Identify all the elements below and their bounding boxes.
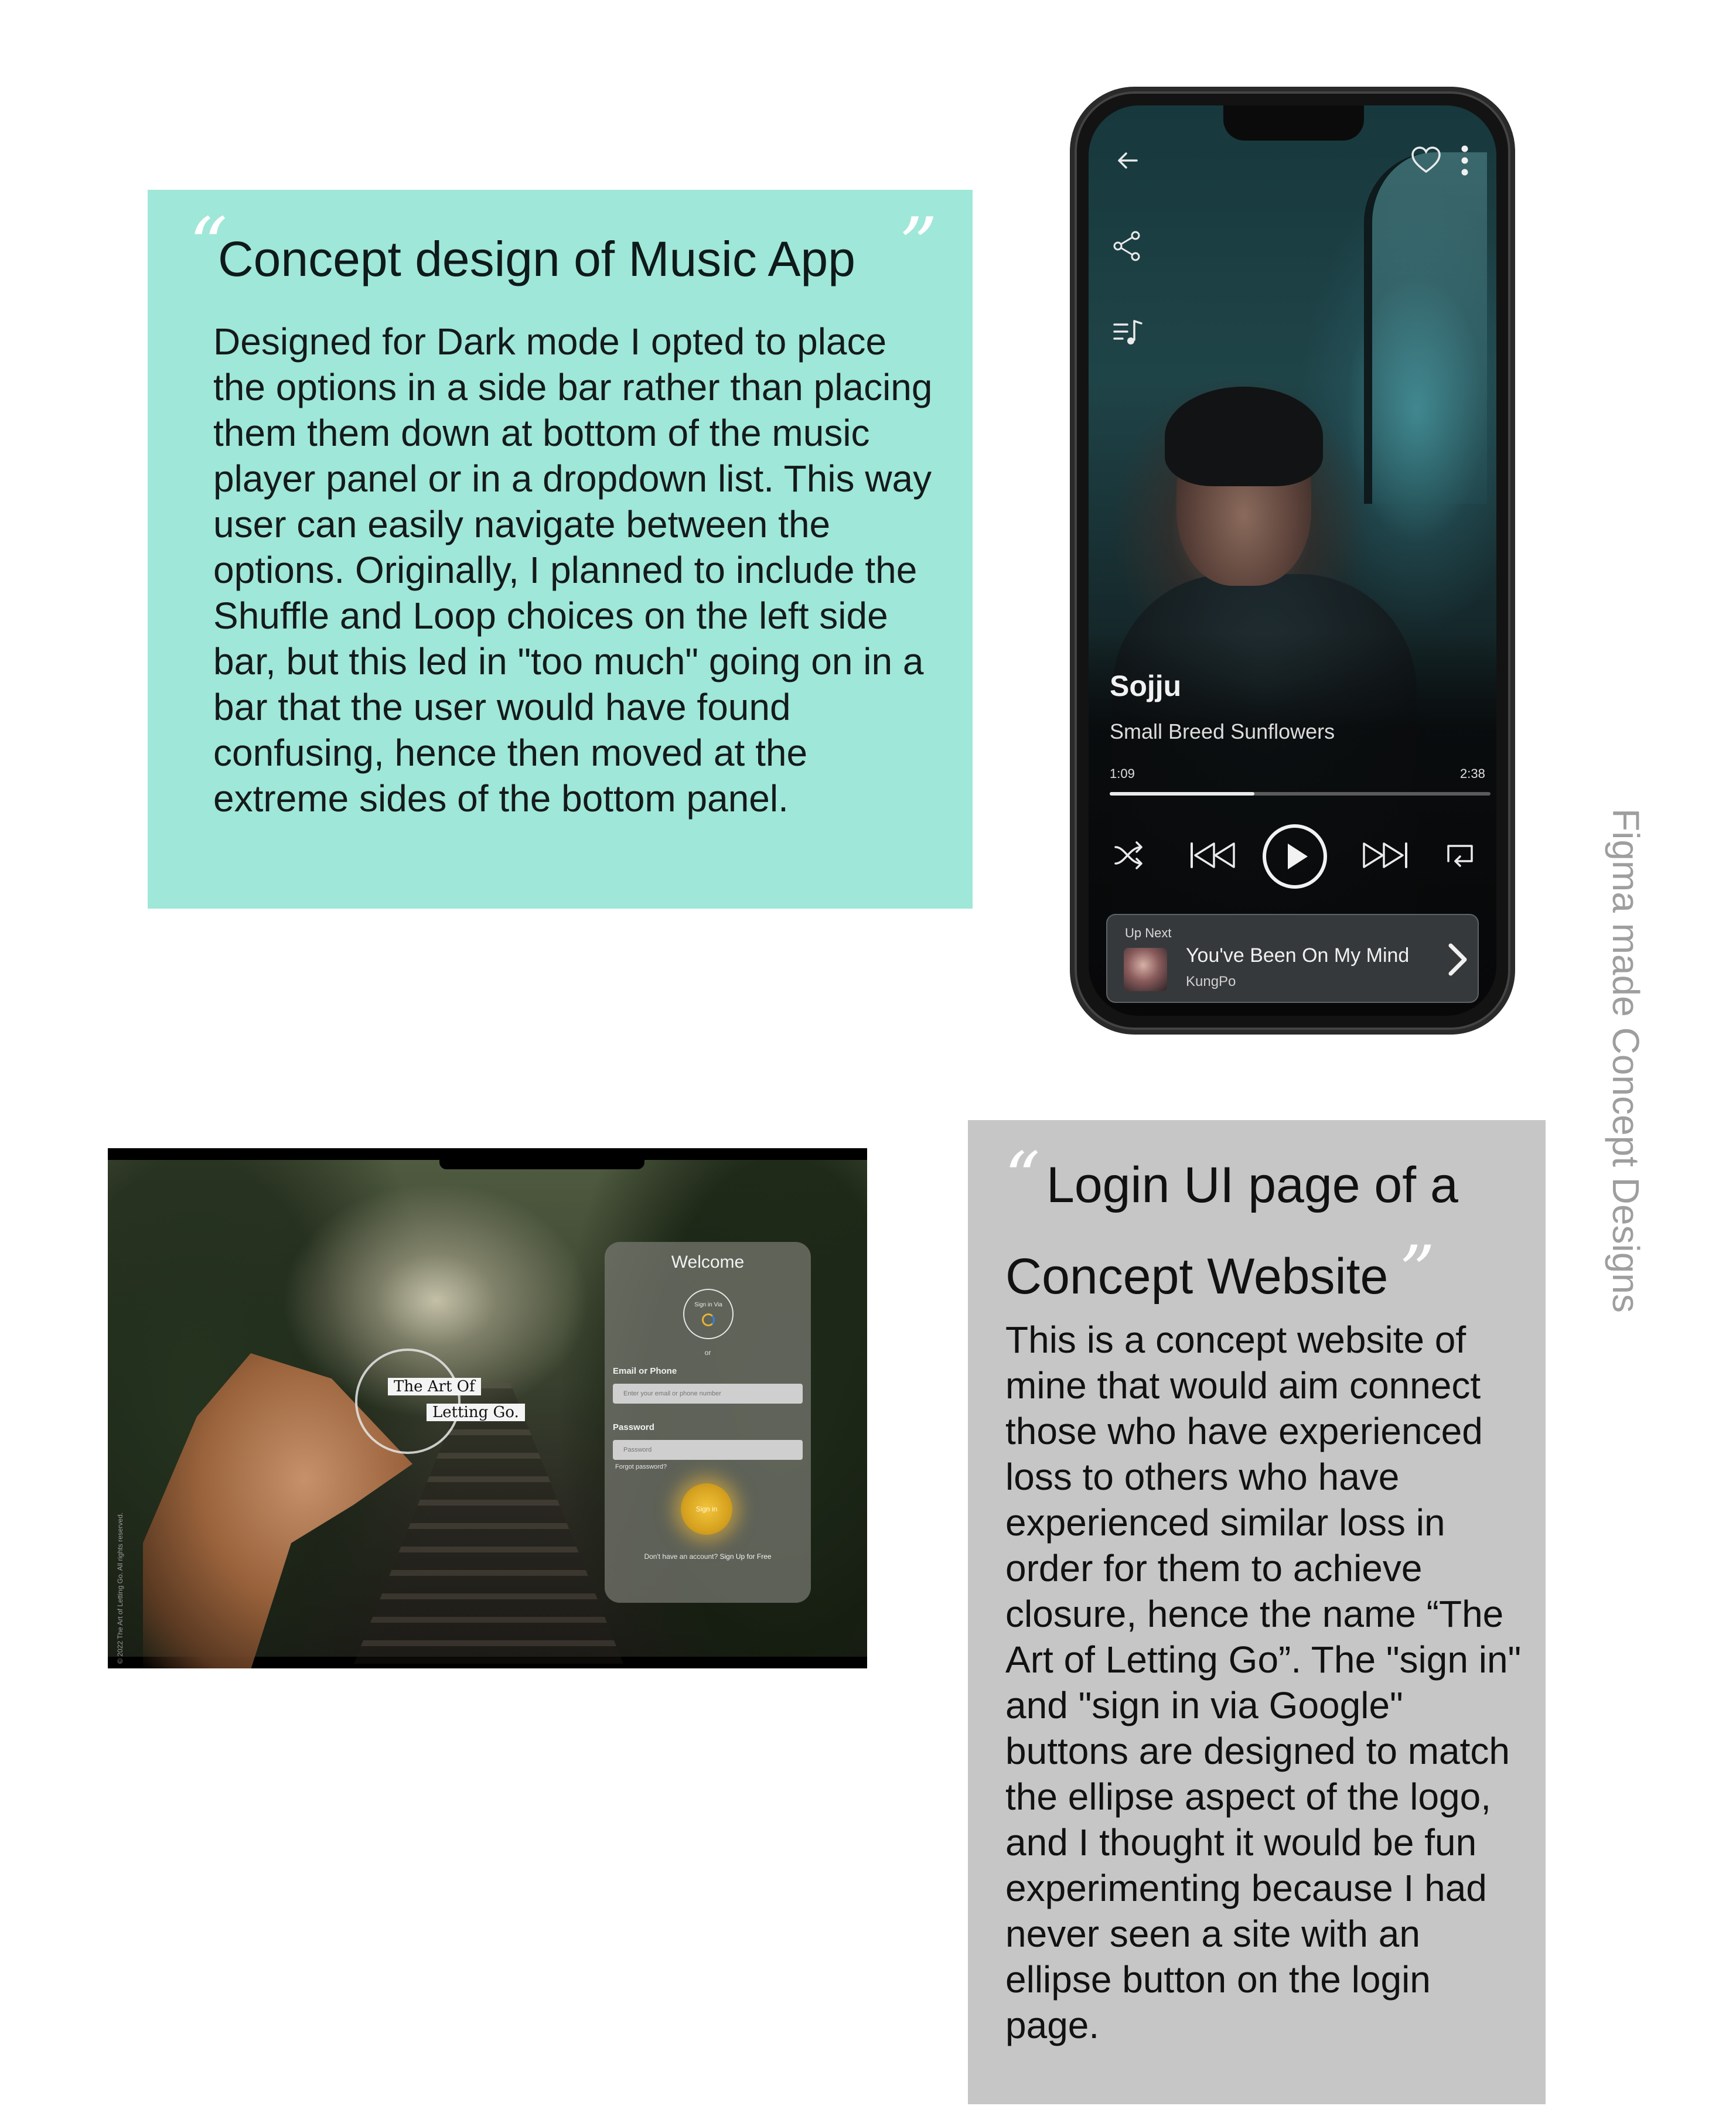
login-card-body: This is a concept website of mine that w… <box>1005 1319 1522 2046</box>
login-page-description-card: “ Login UI page of a Concept Website ” T… <box>968 1120 1546 2104</box>
or-divider: or <box>704 1349 711 1357</box>
close-quote-mark: ” <box>1399 1231 1435 1313</box>
up-next-artist: KungPo <box>1186 974 1236 989</box>
share-icon[interactable] <box>1111 230 1144 265</box>
playlist-icon[interactable] <box>1112 316 1145 352</box>
google-sign-in-button[interactable]: Sign in Via <box>683 1289 734 1339</box>
up-next-title: You've Been On My Mind <box>1186 944 1410 967</box>
shuffle-icon[interactable] <box>1112 838 1147 876</box>
forgot-password-link[interactable]: Forgot password? <box>615 1463 667 1470</box>
welcome-heading: Welcome <box>671 1252 745 1272</box>
signup-prompt: Don't have an account? <box>644 1552 718 1561</box>
logo-text-line2: Letting Go. <box>427 1404 525 1421</box>
login-card-title-line1: Login UI page of a <box>1046 1157 1458 1213</box>
login-form-card: Welcome Sign in Via or Email or Phone Pa… <box>605 1242 811 1603</box>
up-next-album-art <box>1124 948 1167 991</box>
email-field[interactable] <box>613 1384 803 1404</box>
repeat-icon[interactable] <box>1442 838 1478 876</box>
total-time: 2:38 <box>1460 766 1485 781</box>
elapsed-time: 1:09 <box>1110 766 1135 781</box>
laptop-login-screenshot: The Art Of Letting Go. Welcome Sign in V… <box>108 1148 867 1668</box>
password-label: Password <box>613 1422 654 1432</box>
logo-text-line1: The Art Of <box>388 1378 481 1395</box>
google-sign-in-label: Sign in Via <box>694 1302 722 1308</box>
back-arrow-icon[interactable] <box>1113 146 1141 178</box>
phone-notch <box>1223 105 1364 141</box>
signup-link[interactable]: Sign Up for Free <box>720 1552 772 1561</box>
song-title: Sojju <box>1110 670 1182 702</box>
music-app-card-body: Designed for Dark mode I opted to place … <box>213 320 933 820</box>
logo-ellipse <box>355 1349 461 1454</box>
side-caption: Figma made Concept Designs <box>1605 808 1647 1313</box>
song-artist: Small Breed Sunflowers <box>1110 719 1335 743</box>
up-next-panel[interactable]: Up Next You've Been On My Mind KungPo <box>1106 914 1479 1003</box>
heart-icon[interactable] <box>1410 144 1442 180</box>
google-icon <box>702 1313 715 1326</box>
up-next-label: Up Next <box>1125 926 1172 940</box>
background-window-frame <box>1364 152 1487 504</box>
music-app-description-card: “ Concept design of Music App ” Designed… <box>148 190 973 909</box>
password-field[interactable] <box>613 1440 803 1460</box>
sign-in-button[interactable]: Sign in <box>681 1483 732 1535</box>
email-label: Email or Phone <box>613 1366 677 1376</box>
play-icon[interactable] <box>1261 822 1329 893</box>
previous-icon[interactable] <box>1187 838 1240 876</box>
laptop-notch <box>439 1148 644 1169</box>
login-card-title-line2: Concept Website <box>1005 1248 1389 1305</box>
copyright-notice: © 2022 The Art of Letting Go. All rights… <box>116 1512 124 1664</box>
signup-row: Don't have an account? Sign Up for Free <box>605 1552 811 1561</box>
close-quote-mark: ” <box>899 201 938 290</box>
more-vertical-icon[interactable] <box>1458 143 1472 181</box>
music-app-card-title: Concept design of Music App <box>218 231 855 286</box>
open-quote-mark: “ <box>1004 1138 1041 1219</box>
progress-fill <box>1110 792 1254 796</box>
progress-slider[interactable] <box>1110 792 1491 796</box>
chevron-right-icon[interactable] <box>1446 941 1469 981</box>
next-icon[interactable] <box>1358 838 1411 876</box>
forest-railway-background: The Art Of Letting Go. Welcome Sign in V… <box>108 1160 867 1668</box>
phone-mockup: Sojju Small Breed Sunflowers 1:09 2:38 U… <box>1070 87 1515 1035</box>
music-player-screen: Sojju Small Breed Sunflowers 1:09 2:38 U… <box>1089 105 1496 1016</box>
background-person-hair <box>1165 387 1323 486</box>
